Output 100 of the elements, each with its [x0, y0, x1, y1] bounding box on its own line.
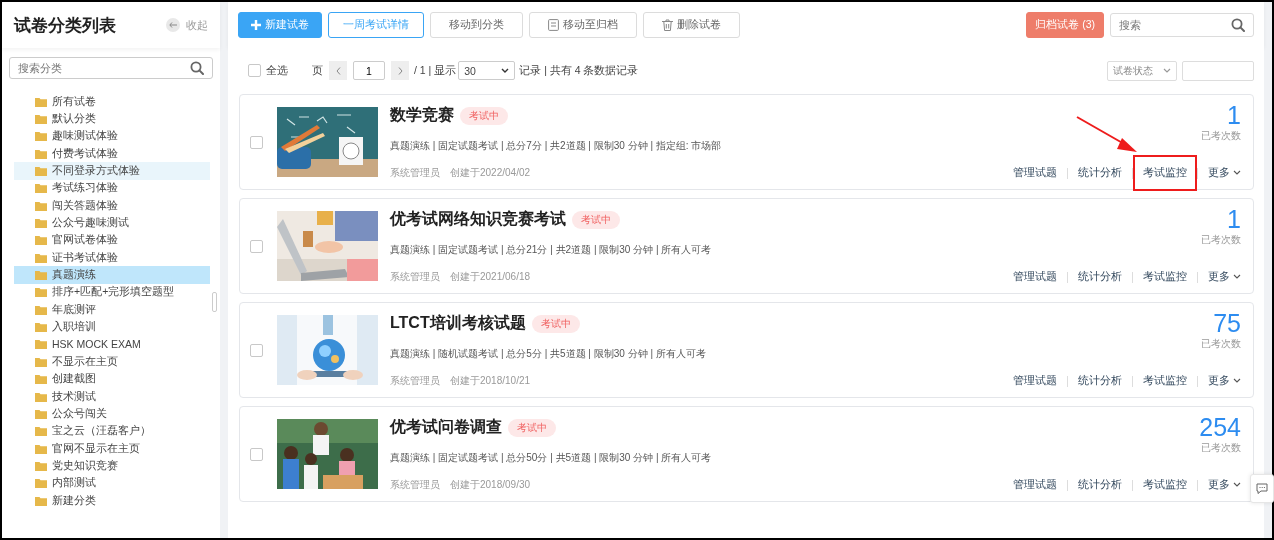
status-tag: 考试中: [460, 106, 508, 125]
select-all-checkbox[interactable]: 全选: [248, 63, 288, 78]
category-item[interactable]: 所有试卷: [14, 93, 210, 111]
action-link[interactable]: 管理试题: [1003, 363, 1067, 399]
toolbar-button[interactable]: 移动至归档: [529, 11, 637, 38]
status-filter-select[interactable]: 试卷状态: [1107, 60, 1177, 81]
exam-details: 真题演练 | 固定试题考试 | 总分21分 | 共2道题 | 限制30 分钟 | 所有人可考: [390, 242, 713, 257]
exam-title[interactable]: 优考试问卷调查: [390, 417, 502, 438]
action-link[interactable]: 考试监控: [1133, 155, 1197, 191]
category-item[interactable]: 趣味测试体验: [14, 127, 210, 146]
folder-icon: [35, 443, 47, 454]
action-link[interactable]: 考试监控: [1133, 467, 1197, 503]
category-item[interactable]: 证书考试体验: [14, 249, 210, 267]
category-item[interactable]: HSK MOCK EXAM: [14, 335, 210, 354]
checkbox[interactable]: [250, 343, 263, 357]
category-item[interactable]: 公众号趣味测试: [14, 214, 210, 232]
action-link[interactable]: 统计分析: [1068, 467, 1132, 503]
folder-icon: [35, 322, 47, 333]
more-menu[interactable]: 更多: [1205, 267, 1244, 287]
folder-icon: [35, 478, 47, 489]
checkbox[interactable]: [250, 135, 263, 149]
category-item[interactable]: 官网试卷体验: [14, 231, 210, 250]
folder-icon: [35, 495, 47, 506]
category-item[interactable]: 党史知识竞赛: [14, 457, 210, 475]
category-item[interactable]: 默认分类: [14, 110, 210, 128]
action-link[interactable]: 管理试题: [1003, 155, 1067, 191]
folder-icon: [35, 304, 47, 315]
action-link[interactable]: 统计分析: [1068, 259, 1132, 295]
category-item[interactable]: 不显示在主页: [14, 353, 210, 371]
folder-icon: [35, 200, 47, 211]
folder-icon: [35, 183, 47, 194]
exam-title[interactable]: LTCT培训考核试题: [390, 313, 526, 334]
category-item[interactable]: 宝之云（汪磊客户）: [14, 422, 210, 440]
more-menu[interactable]: 更多: [1205, 475, 1244, 495]
next-page-button[interactable]: [391, 61, 409, 80]
toolbar-button[interactable]: 删除试卷: [643, 11, 740, 38]
category-item[interactable]: 闯关答题体验: [14, 197, 210, 215]
status-tag: 考试中: [531, 314, 580, 333]
page-size-select[interactable]: 30: [458, 61, 516, 80]
exam-title[interactable]: 优考试网络知识竞赛考试: [390, 209, 566, 230]
scrollbar-thumb[interactable]: [212, 292, 217, 312]
created-date: 创建于2018/10/21: [450, 373, 531, 388]
chat-button[interactable]: [1250, 474, 1274, 503]
category-item[interactable]: 年底测评: [14, 301, 210, 319]
folder-icon: [35, 252, 47, 263]
category-item[interactable]: 入职培训: [14, 318, 210, 336]
attempt-count-label: 已考次数: [1201, 337, 1241, 351]
category-item[interactable]: 官网不显示在主页: [14, 439, 210, 458]
action-link[interactable]: 管理试题: [1003, 259, 1067, 295]
action-link[interactable]: 考试监控: [1133, 259, 1197, 295]
attempt-count-label: 已考次数: [1201, 129, 1241, 143]
folder-icon: [35, 218, 47, 229]
category-item[interactable]: 内部测试: [14, 474, 210, 492]
author: 系统管理员: [390, 373, 440, 388]
more-menu[interactable]: 更多: [1205, 371, 1244, 391]
created-date: 创建于2021/06/18: [450, 269, 531, 284]
folder-icon: [35, 96, 47, 107]
toolbar-button[interactable]: 移动到分类: [430, 11, 523, 38]
action-link[interactable]: 管理试题: [1003, 467, 1067, 503]
chevron-down-icon: [1233, 378, 1241, 384]
action-link[interactable]: 统计分析: [1068, 155, 1132, 191]
filter-field[interactable]: [1182, 60, 1254, 81]
category-item[interactable]: 新建分类: [14, 491, 210, 510]
category-item[interactable]: 创建截图: [14, 370, 210, 388]
folder-icon: [35, 408, 47, 419]
category-item[interactable]: 排序+匹配+完形填空题型: [14, 283, 210, 302]
category-item[interactable]: 付费考试体验: [14, 145, 210, 163]
previous-page-button[interactable]: [329, 61, 347, 80]
category-item[interactable]: 考试练习体验: [14, 179, 210, 198]
chevron-down-icon: [1233, 482, 1241, 488]
folder-icon: [35, 148, 47, 159]
attempt-count: 254: [1199, 413, 1241, 441]
status-tag: 考试中: [508, 418, 556, 437]
attempt-count: 1: [1227, 205, 1241, 233]
search-field[interactable]: 搜索分类: [9, 57, 213, 79]
category-item[interactable]: 公众号闯关: [14, 405, 210, 423]
checkbox[interactable]: [250, 239, 263, 253]
chevron-down-icon: [1233, 274, 1241, 280]
folder-icon: [35, 391, 47, 402]
action-link[interactable]: 统计分析: [1068, 363, 1132, 399]
category-item[interactable]: 真题演练: [14, 266, 210, 284]
search-field[interactable]: 搜索: [1110, 12, 1254, 37]
exam-details: 真题演练 | 固定试题考试 | 总分7分 | 共2道题 | 限制30 分钟 | 指定组: 市场部: [390, 138, 723, 153]
status-tag: 考试中: [572, 210, 620, 229]
arrow-left-icon: [169, 22, 177, 28]
more-menu[interactable]: 更多: [1205, 163, 1244, 183]
chevron-down-icon: [1163, 67, 1171, 74]
page-input[interactable]: 1: [353, 61, 385, 80]
exam-title[interactable]: 数学竞赛: [390, 105, 454, 126]
folder-icon: [35, 426, 47, 437]
chevron-down-icon: [501, 67, 510, 74]
action-link[interactable]: 考试监控: [1133, 363, 1197, 399]
attempt-count: 1: [1227, 101, 1241, 129]
category-item[interactable]: 技术测试: [14, 387, 210, 406]
folder-icon: [35, 131, 47, 142]
chevron-left-icon: [335, 66, 341, 75]
search-icon[interactable]: [190, 61, 204, 75]
search-icon[interactable]: [1231, 17, 1245, 32]
checkbox[interactable]: [250, 447, 263, 461]
category-item[interactable]: 不同登录方式体验: [14, 162, 210, 180]
